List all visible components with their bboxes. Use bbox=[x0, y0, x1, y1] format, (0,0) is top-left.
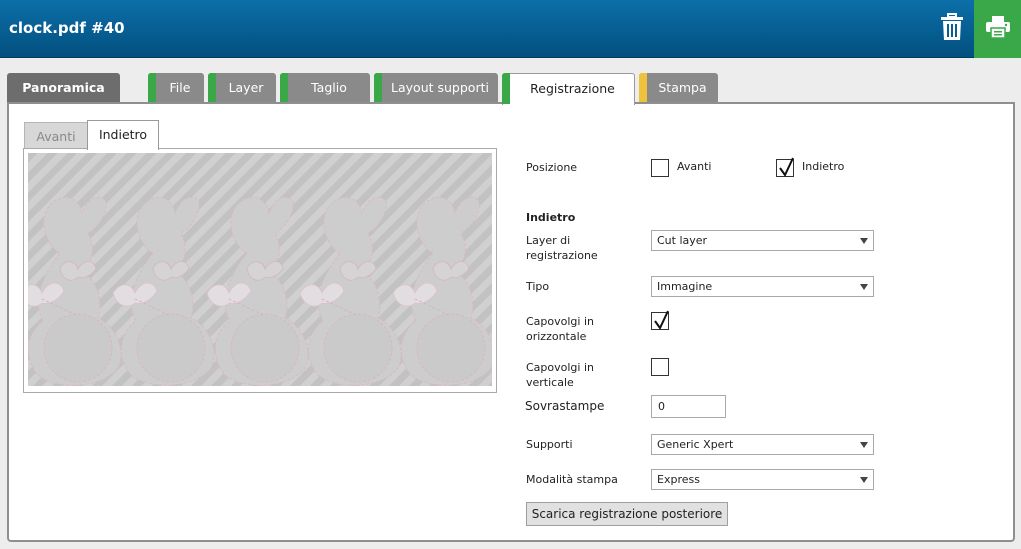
type-select[interactable]: Immagine bbox=[651, 276, 874, 297]
position-label: Posizione bbox=[526, 161, 578, 174]
trash-icon[interactable] bbox=[940, 13, 964, 41]
print-button[interactable] bbox=[974, 0, 1021, 58]
overprints-label: Sovrastampe bbox=[525, 399, 605, 413]
app-header: clock.pdf #40 bbox=[0, 0, 1021, 58]
status-stripe bbox=[639, 73, 647, 103]
chevron-down-icon bbox=[860, 442, 868, 448]
side-tab-avanti[interactable]: Avanti bbox=[24, 122, 88, 150]
flip-horizontal-checkbox[interactable] bbox=[651, 310, 669, 330]
chevron-down-icon bbox=[860, 238, 868, 244]
status-stripe bbox=[502, 73, 510, 104]
registration-layer-label: Layer di registrazione bbox=[526, 234, 598, 262]
position-front-checkbox[interactable] bbox=[651, 159, 669, 177]
status-stripe bbox=[148, 73, 156, 103]
position-back-label: Indietro bbox=[802, 160, 845, 173]
print-mode-label: Modalità stampa bbox=[526, 473, 618, 486]
document-title: clock.pdf #40 bbox=[9, 19, 125, 37]
flip-horizontal-label: Capovolgi in orizzontale bbox=[526, 315, 594, 343]
side-tab-indietro[interactable]: Indietro bbox=[87, 120, 159, 150]
status-stripe bbox=[280, 73, 288, 103]
overprints-input[interactable] bbox=[651, 395, 726, 418]
tab-panoramica[interactable]: Panoramica bbox=[7, 73, 120, 103]
registration-preview bbox=[28, 153, 492, 386]
tab-layer[interactable]: Layer bbox=[208, 73, 276, 103]
tab-file[interactable]: File bbox=[148, 73, 204, 103]
type-label: Tipo bbox=[526, 280, 550, 293]
download-back-registration-button[interactable]: Scarica registrazione posteriore bbox=[526, 502, 728, 526]
media-select[interactable]: Generic Xpert bbox=[651, 434, 874, 455]
print-mode-select[interactable]: Express bbox=[651, 469, 874, 490]
media-label: Supporti bbox=[526, 438, 573, 451]
printer-icon bbox=[986, 16, 1010, 38]
chevron-down-icon bbox=[860, 477, 868, 483]
position-back-checkbox[interactable] bbox=[776, 157, 794, 177]
registration-layer-select[interactable]: Cut layer bbox=[651, 230, 874, 251]
tab-layout-supporti[interactable]: Layout supporti bbox=[374, 73, 498, 103]
section-title: Indietro bbox=[526, 211, 576, 224]
chevron-down-icon bbox=[860, 284, 868, 290]
position-front-label: Avanti bbox=[677, 160, 712, 173]
check-icon bbox=[654, 310, 669, 330]
tab-taglio[interactable]: Taglio bbox=[280, 73, 370, 103]
status-stripe bbox=[208, 73, 216, 103]
flip-vertical-checkbox[interactable] bbox=[651, 358, 669, 376]
check-icon bbox=[779, 157, 794, 177]
flip-vertical-label: Capovolgi in verticale bbox=[526, 361, 594, 389]
status-stripe bbox=[374, 73, 382, 103]
tab-registrazione[interactable]: Registrazione bbox=[502, 73, 635, 105]
tab-stampa[interactable]: Stampa bbox=[639, 73, 718, 103]
